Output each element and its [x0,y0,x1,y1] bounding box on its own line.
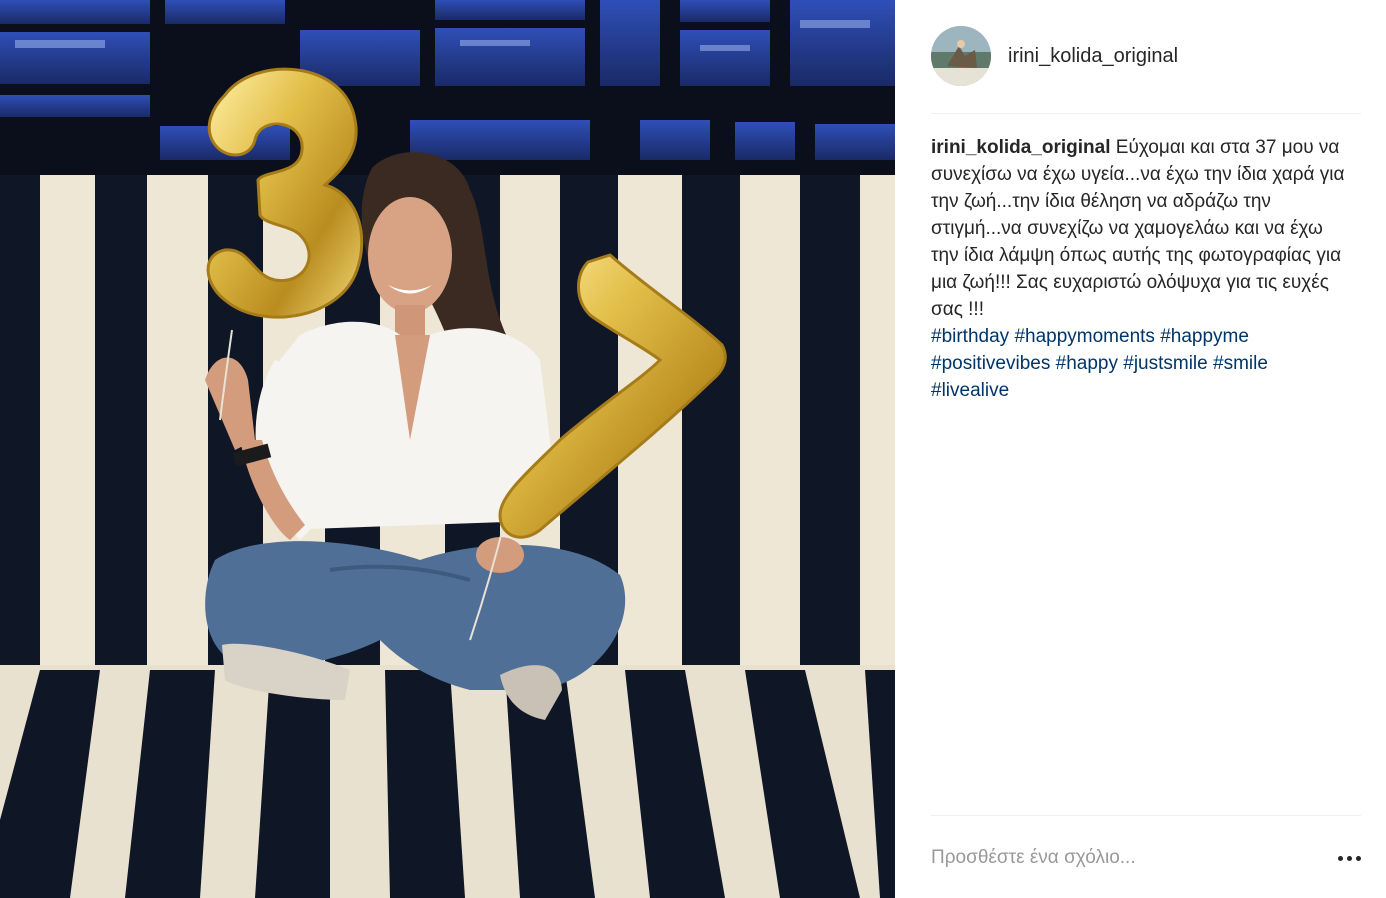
post-sidebar: irini_kolida_original irini_kolida_origi… [895,0,1386,898]
post-caption: irini_kolida_original Εύχομαι και στα 37… [931,134,1351,404]
comment-bar [931,840,1361,876]
hashtag-link[interactable]: #livealive [931,380,1009,401]
header-username-link[interactable]: irini_kolida_original [1008,45,1178,68]
dot [1356,855,1361,861]
header-divider [931,113,1361,114]
hashtag-link[interactable]: #positivevibes [931,353,1050,374]
post-photo[interactable] [0,0,895,898]
caption-author-link[interactable]: irini_kolida_original [931,137,1111,158]
dot [1338,855,1343,861]
hashtag-link[interactable]: #smile [1213,353,1268,374]
more-options-icon[interactable] [1333,848,1361,868]
instagram-post: irini_kolida_original irini_kolida_origi… [0,0,1386,898]
post-header: irini_kolida_original [931,25,1361,87]
avatar[interactable] [931,26,991,86]
comment-input[interactable] [931,847,1301,869]
hashtag-link[interactable]: #happy [1056,353,1118,374]
hashtag-link[interactable]: #happyme [1160,326,1249,347]
avatar-image [931,26,991,86]
photo-illustration [0,0,895,898]
caption-text: Εύχομαι και στα 37 μου να συνεχίσω να έχ… [931,137,1345,320]
hashtag-link[interactable]: #justsmile [1123,353,1207,374]
hashtag-link[interactable]: #happymoments [1014,326,1154,347]
comment-divider [931,815,1361,816]
dot [1347,855,1352,861]
hashtag-link[interactable]: #birthday [931,326,1009,347]
